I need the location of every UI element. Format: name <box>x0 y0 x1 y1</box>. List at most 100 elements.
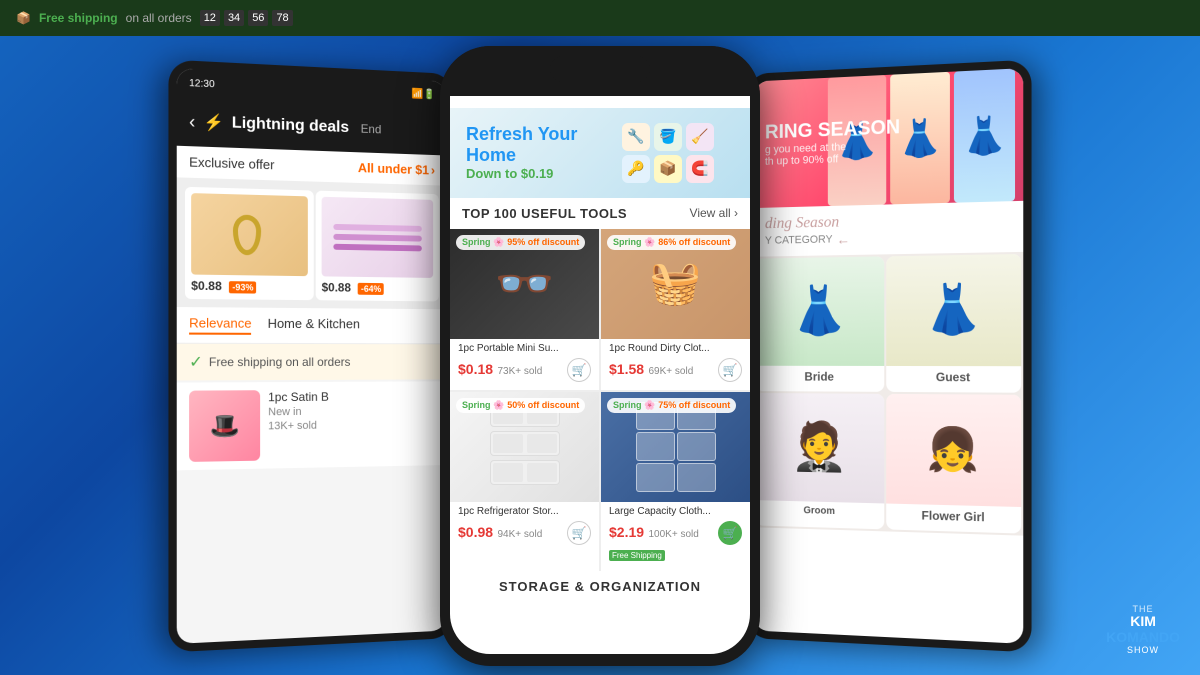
storage-section-title: STORAGE & ORGANIZATION <box>499 579 701 594</box>
bride-image: 👗 <box>756 256 885 366</box>
tab-home-kitchen[interactable]: Home & Kitchen <box>268 315 360 334</box>
storage-discount-pct: 75% off discount <box>658 400 730 410</box>
shipping-subtext: on all orders <box>126 11 192 25</box>
fridge-discount-tag: Spring 🌸 50% off discount <box>456 398 585 413</box>
android-icons: 📶🔋 <box>411 88 435 100</box>
flower-girl-image: 👧 <box>886 393 1021 506</box>
checkmark-icon: ✓ <box>189 351 203 371</box>
satin-image: 🎩 <box>189 390 260 462</box>
category-guest[interactable]: 👗 Guest <box>886 253 1021 392</box>
top100-section-header: TOP 100 USEFUL TOOLS View all › <box>450 198 750 229</box>
fridge-cart-button[interactable]: 🛒 <box>567 521 591 545</box>
product-list-info: 1pc Satin B New in 13K+ sold <box>268 389 435 460</box>
free-shipping-bar: ✓ Free shipping on all orders <box>177 343 447 380</box>
timer-block-4: 78 <box>272 10 292 26</box>
glasses-discount-pct: 95% off discount <box>507 237 579 247</box>
phones-container: 12:30 📶🔋 ‹ ⚡ Lightning deals End Exclusi… <box>0 36 1200 675</box>
storage-section-header: STORAGE & ORGANIZATION <box>450 571 750 602</box>
free-shipping-badge: Free Shipping <box>609 550 665 561</box>
watermark-bottom: SHOW <box>1106 645 1180 655</box>
banner-text-block: Refresh Your Home Down to $0.19 <box>466 124 622 181</box>
timer-block-2: 34 <box>224 10 244 26</box>
watermark-main2: KOMANDO <box>1106 630 1180 645</box>
banner-sub-title: Down to $0.19 <box>466 166 622 181</box>
groom-icon: 🤵 <box>791 423 848 471</box>
glasses-product-info: 1pc Portable Mini Su... $0.18 73K+ sold … <box>450 339 599 390</box>
fridge-sold: 94K+ sold <box>498 529 543 540</box>
tool-icon-3: 🧹 <box>686 123 714 151</box>
right-fashion-banner: RING SEASON g you need at the th up to 9… <box>754 68 1024 208</box>
glasses-icon: 👓 <box>495 255 555 312</box>
flower-girl-label: Flower Girl <box>886 507 1021 525</box>
storage-price: $2.19 <box>609 524 644 540</box>
refresh-home-banner[interactable]: Refresh Your Home Down to $0.19 🔧 🪣 🧹 🔑 … <box>450 108 750 198</box>
tool-icon-2: 🪣 <box>654 123 682 151</box>
glasses-price: $0.18 <box>458 361 493 377</box>
dynamic-island <box>550 56 650 82</box>
product-card-hairpin[interactable]: $0.88 -64% <box>316 190 439 301</box>
kim-text: KIM <box>1130 613 1156 629</box>
satin-title: 1pc Satin B <box>268 389 435 404</box>
left-phone-screen: 12:30 📶🔋 ‹ ⚡ Lightning deals End Exclusi… <box>177 68 447 644</box>
glasses-discount-tag: Spring 🌸 95% off discount <box>456 235 585 250</box>
exclusive-arrow: › <box>431 162 435 177</box>
satin-sold: 13K+ sold <box>268 418 435 432</box>
basket-product-info: 1pc Round Dirty Clot... $1.58 69K+ sold … <box>601 339 750 390</box>
hairpin-discount: -64% <box>358 282 384 294</box>
basket-discount-pct: 86% off discount <box>658 237 730 247</box>
center-product-card-storage[interactable]: Spring 🌸 75% off discount Large Capacity… <box>601 392 750 571</box>
category-groom[interactable]: 🤵 Groom <box>756 393 885 529</box>
back-arrow-icon[interactable]: ‹ <box>189 111 195 133</box>
tab-relevance[interactable]: Relevance <box>189 315 251 335</box>
storage-product-info: Large Capacity Cloth... $2.19 100K+ sold… <box>601 502 750 571</box>
basket-icon: 🧺 <box>649 259 701 308</box>
basket-price-row: $1.58 69K+ sold 🛒 <box>609 358 742 382</box>
fridge-discount-pct: 50% off discount <box>507 400 579 410</box>
top-bar: 📦 Free shipping on all orders 12 34 56 7… <box>0 0 1200 36</box>
satin-hat-icon: 🎩 <box>210 411 240 441</box>
product-list-item-satin[interactable]: 🎩 1pc Satin B New in 13K+ sold <box>177 381 447 470</box>
tool-icon-6: 🧲 <box>686 155 714 183</box>
basket-cart-button[interactable]: 🛒 <box>718 358 742 382</box>
storage-cart-button[interactable]: 🛒 <box>718 521 742 545</box>
fridge-desc: 1pc Refrigerator Stor... <box>458 506 591 517</box>
center-product-card-fridge[interactable]: Spring 🌸 50% off discount 1pc Refrigerat… <box>450 392 599 571</box>
watermark: THE KIM KOMANDO SHOW <box>1106 604 1180 655</box>
season-title: RING SEASON <box>765 115 900 143</box>
tool-icon-1: 🔧 <box>622 123 650 151</box>
glasses-cart-button[interactable]: 🛒 <box>567 358 591 382</box>
timer: 12 34 56 78 <box>200 10 293 26</box>
guest-dress-icon: 👗 <box>923 286 983 335</box>
fridge-price: $0.98 <box>458 524 493 540</box>
fridge-boxes <box>485 402 565 492</box>
lightning-end-label: End <box>361 121 382 136</box>
groom-label: Groom <box>756 504 885 518</box>
category-flower-girl[interactable]: 👧 Flower Girl <box>886 393 1021 533</box>
bride-label: Bride <box>756 369 885 383</box>
fridge-product-info: 1pc Refrigerator Stor... $0.98 94K+ sold… <box>450 502 599 553</box>
glasses-desc: 1pc Portable Mini Su... <box>458 343 591 354</box>
storage-boxes-visual <box>636 402 716 492</box>
storage-discount-tag: Spring 🌸 75% off discount <box>607 398 736 413</box>
fashion-model-3: 👗 <box>954 68 1015 202</box>
wedding-section: ding Season Y CATEGORY ← <box>754 200 1024 256</box>
product-card-earring[interactable]: $0.88 -93% <box>185 186 314 299</box>
spring-badge-4: Spring 🌸 <box>613 400 655 411</box>
view-all-link[interactable]: View all › <box>690 206 738 220</box>
free-shipping-text: Free shipping <box>39 11 118 25</box>
category-grid: 👗 Bride 👗 Guest <box>754 251 1024 535</box>
komando-text: KOMANDO <box>1106 629 1180 645</box>
category-bride[interactable]: 👗 Bride <box>756 256 885 392</box>
android-time: 12:30 <box>189 77 215 89</box>
earring-price: $0.88 -93% <box>191 278 308 294</box>
shipping-icon: 📦 <box>16 11 31 25</box>
spring-badge-2: Spring 🌸 <box>613 237 655 248</box>
watermark-top: THE <box>1106 604 1180 614</box>
center-product-card-basket[interactable]: 🧺 Spring 🌸 86% off discount 1pc Round Di… <box>601 229 750 390</box>
left-phone: 12:30 📶🔋 ‹ ⚡ Lightning deals End Exclusi… <box>168 59 453 652</box>
watermark-main1: KIM <box>1106 614 1180 629</box>
center-product-card-glasses[interactable]: 👓 Spring 🌸 95% off discount 1pc Portable… <box>450 229 599 390</box>
left-products-grid: $0.88 -93% $0.88 -64% <box>177 178 447 309</box>
right-phone-screen: RING SEASON g you need at the th up to 9… <box>754 68 1024 644</box>
guest-image: 👗 <box>886 253 1021 365</box>
